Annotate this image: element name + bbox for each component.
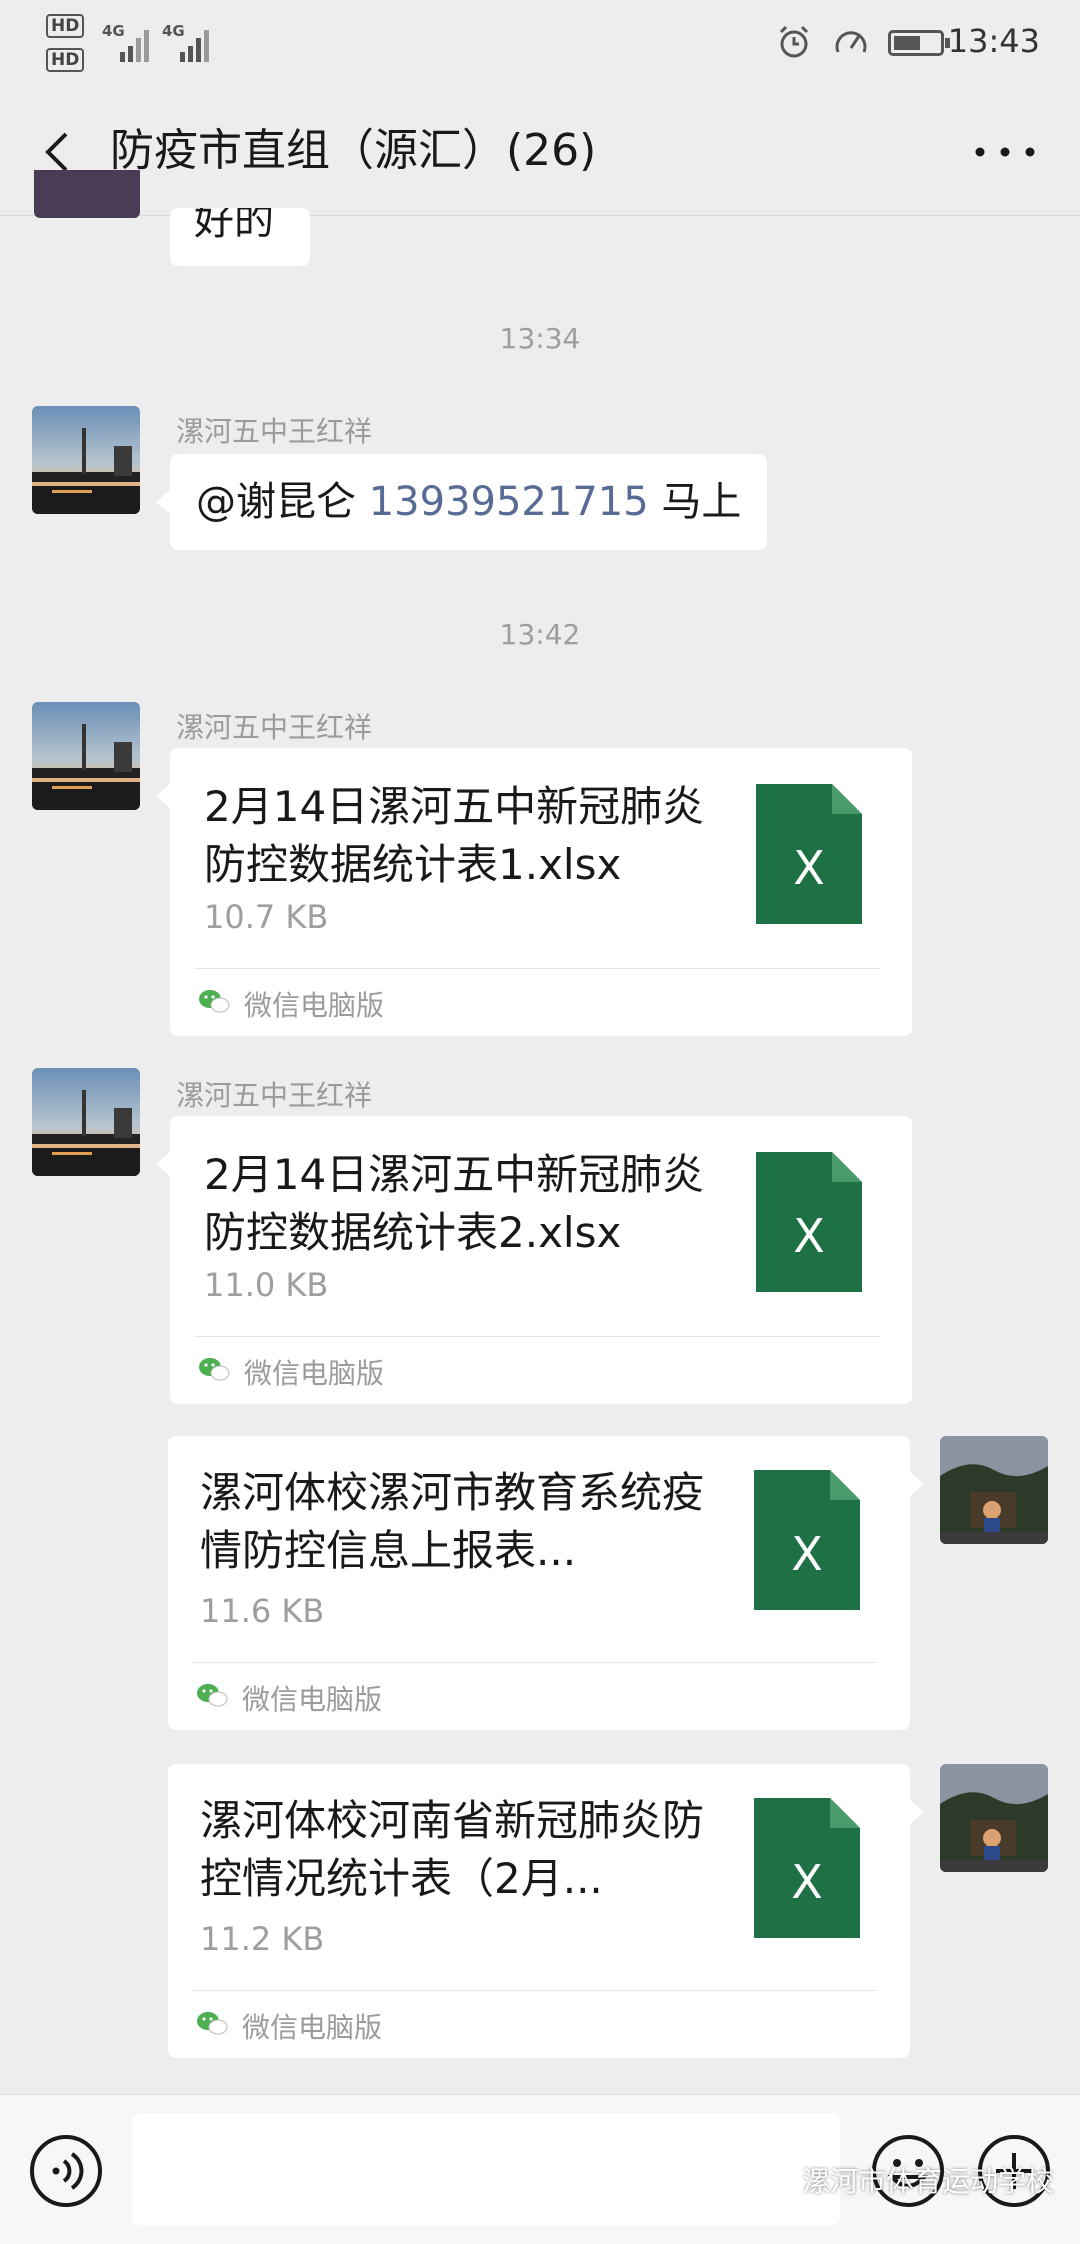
- watermark-text: 漯河市体育运动学校: [802, 2165, 1055, 2198]
- excel-file-icon: X: [756, 784, 862, 924]
- chat-header: 防疫市直组（源汇）(26): [0, 86, 1080, 216]
- timestamp-1: 13:34: [499, 322, 581, 355]
- avatar-sender-1[interactable]: [32, 406, 140, 514]
- clock: 13:43: [947, 22, 1040, 60]
- divider: [194, 1336, 880, 1337]
- hd-badge-1: HD: [46, 14, 85, 38]
- divider: [194, 968, 880, 969]
- message-input[interactable]: [132, 2113, 840, 2225]
- avatar-sender-3[interactable]: [32, 1068, 140, 1176]
- mention-text[interactable]: @谢昆仑: [196, 479, 356, 525]
- wechat-pc-icon: [199, 1358, 230, 1381]
- excel-letter: X: [791, 1527, 823, 1581]
- divider: [192, 1990, 878, 1991]
- excel-letter: X: [793, 841, 825, 895]
- excel-file-icon: X: [756, 1152, 862, 1292]
- sender-name-3: 漯河五中王红祥: [176, 1079, 373, 1112]
- file-message-3[interactable]: 漯河体校漯河市教育系统疫情防控信息上报表... 11.6 KB X 微信电脑版: [168, 1436, 924, 1730]
- file-name: 漯河体校漯河市教育系统疫情防控信息上报表...: [200, 1468, 705, 1575]
- avatar-sender-2[interactable]: [32, 702, 140, 810]
- wechat-pc-icon: [197, 2012, 228, 2035]
- avatar-self-2[interactable]: [940, 1764, 1048, 1872]
- signal-icon-2: 4G: [162, 22, 214, 62]
- alarm-icon: [779, 25, 809, 58]
- divider: [192, 1662, 878, 1663]
- wechat-watermark-icon: [756, 2163, 795, 2192]
- battery-icon: [888, 30, 950, 56]
- file-message-2[interactable]: 2月14日漯河五中新冠肺炎防控数据统计表2.xlsx 11.0 KB X 微信电…: [156, 1116, 912, 1404]
- excel-letter: X: [793, 1209, 825, 1263]
- avatar-prev[interactable]: [34, 170, 140, 218]
- file-name: 2月14日漯河五中新冠肺炎防控数据统计表2.xlsx: [204, 1150, 705, 1257]
- file-source-label: 微信电脑版: [242, 2011, 383, 2044]
- file-name: 2月14日漯河五中新冠肺炎防控数据统计表1.xlsx: [204, 782, 705, 889]
- file-name: 漯河体校河南省新冠肺炎防控情况统计表（2月...: [200, 1796, 705, 1903]
- file-size: 11.6 KB: [200, 1592, 325, 1630]
- file-source-label: 微信电脑版: [244, 989, 385, 1022]
- message-tail-text: 马上: [661, 479, 742, 525]
- timestamp-2: 13:42: [499, 618, 581, 651]
- status-bar: HD HD 4G 4G 13:43: [0, 0, 1080, 86]
- file-size: 11.0 KB: [204, 1266, 329, 1304]
- wechat-pc-icon: [197, 1684, 228, 1707]
- file-message-4[interactable]: 漯河体校河南省新冠肺炎防控情况统计表（2月... 11.2 KB X 微信电脑版: [168, 1764, 924, 2058]
- message-text-prev: 好的: [194, 208, 274, 244]
- avatar-self-1[interactable]: [940, 1436, 1048, 1544]
- hd-badge-2: HD: [46, 48, 85, 72]
- file-source-label: 微信电脑版: [242, 1683, 383, 1716]
- excel-letter: X: [791, 1855, 823, 1909]
- sender-name-1: 漯河五中王红祥: [176, 415, 373, 448]
- page-title: 防疫市直组（源汇）(26): [110, 125, 597, 176]
- file-source-label: 微信电脑版: [244, 1357, 385, 1390]
- message-bubble-1[interactable]: @谢昆仑 13939521715 马上: [155, 454, 768, 550]
- speed-icon: [835, 31, 867, 53]
- sender-name-2: 漯河五中王红祥: [176, 711, 373, 744]
- more-options-icon[interactable]: [970, 134, 1040, 170]
- file-message-1[interactable]: 2月14日漯河五中新冠肺炎防控数据统计表1.xlsx 10.7 KB X 微信电…: [156, 748, 912, 1036]
- file-size: 11.2 KB: [200, 1920, 325, 1958]
- signal-icon-1: 4G: [102, 22, 154, 62]
- voice-input-icon[interactable]: [28, 2133, 104, 2209]
- wechat-pc-icon: [199, 990, 230, 1013]
- excel-file-icon: X: [754, 1798, 860, 1938]
- phone-number-link[interactable]: 13939521715: [369, 479, 649, 525]
- message-bubble-prev[interactable]: 好的: [170, 208, 310, 266]
- excel-file-icon: X: [754, 1470, 860, 1610]
- file-size: 10.7 KB: [204, 898, 329, 936]
